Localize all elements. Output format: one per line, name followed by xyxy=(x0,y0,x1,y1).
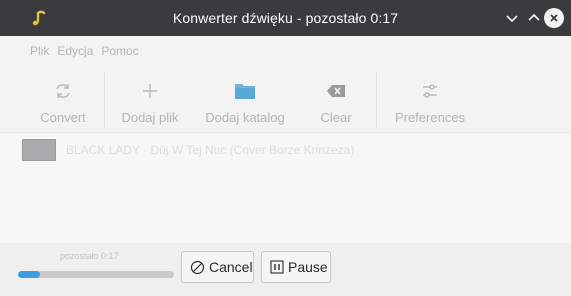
toolbar-separator xyxy=(104,72,105,128)
add-folder-label: Dodaj katalog xyxy=(205,110,285,125)
clear-label: Clear xyxy=(320,110,352,125)
menu-bar: Plik Edycja Pomoc xyxy=(0,36,571,66)
pause-button[interactable]: Pause xyxy=(261,251,331,283)
preferences-label: Preferences xyxy=(394,110,466,125)
cancel-button[interactable]: Cancel xyxy=(181,251,254,283)
menu-item-edycja[interactable]: Edycja xyxy=(57,44,93,58)
add-folder-button[interactable]: Dodaj katalog xyxy=(200,66,290,132)
list-item[interactable]: BLACK LADY · Dūj W Tej Nuc (Cover Borze … xyxy=(22,139,354,161)
file-list[interactable]: BLACK LADY · Dūj W Tej Nuc (Cover Borze … xyxy=(0,133,571,243)
minimize-icon[interactable] xyxy=(502,8,522,28)
title-bar: Konwerter dźwięku - pozostało 0:17 xyxy=(0,0,571,36)
cancel-circle-icon xyxy=(190,260,205,275)
menu-item-pomoc[interactable]: Pomoc xyxy=(101,44,138,58)
toolbar-separator xyxy=(376,72,377,128)
convert-label: Convert xyxy=(40,110,86,125)
add-file-label: Dodaj plik xyxy=(121,110,179,125)
backspace-icon xyxy=(323,78,349,104)
preferences-button[interactable]: Preferences xyxy=(388,66,472,132)
remaining-time: pozostało 0:17 xyxy=(60,251,119,261)
sound-converter-window: Konwerter dźwięku - pozostało 0:17 Plik … xyxy=(0,0,571,296)
refresh-icon xyxy=(50,78,76,104)
toolbar: Convert Dodaj plik Dodaj katalog Clear P… xyxy=(0,66,571,133)
pause-icon xyxy=(270,260,284,274)
status-area: pozostało 0:17 Cancel Pause xyxy=(0,243,571,296)
maximize-icon[interactable] xyxy=(524,8,544,28)
progress-fill xyxy=(18,271,40,278)
menu-item-plik[interactable]: Plik xyxy=(30,44,49,58)
close-icon[interactable] xyxy=(544,8,564,28)
window-title: Konwerter dźwięku - pozostało 0:17 xyxy=(172,10,399,26)
plus-icon xyxy=(137,78,163,104)
cancel-label: Cancel xyxy=(209,259,253,275)
pause-label: Pause xyxy=(288,259,328,275)
sliders-icon xyxy=(417,78,443,104)
file-thumbnail xyxy=(22,139,56,161)
clear-button[interactable]: Clear xyxy=(314,66,358,132)
file-name: BLACK LADY · Dūj W Tej Nuc (Cover Borze … xyxy=(66,143,355,157)
convert-button[interactable]: Convert xyxy=(34,66,92,132)
progress-bar xyxy=(18,271,174,278)
add-file-button[interactable]: Dodaj plik xyxy=(116,66,184,132)
folder-icon xyxy=(232,78,258,104)
